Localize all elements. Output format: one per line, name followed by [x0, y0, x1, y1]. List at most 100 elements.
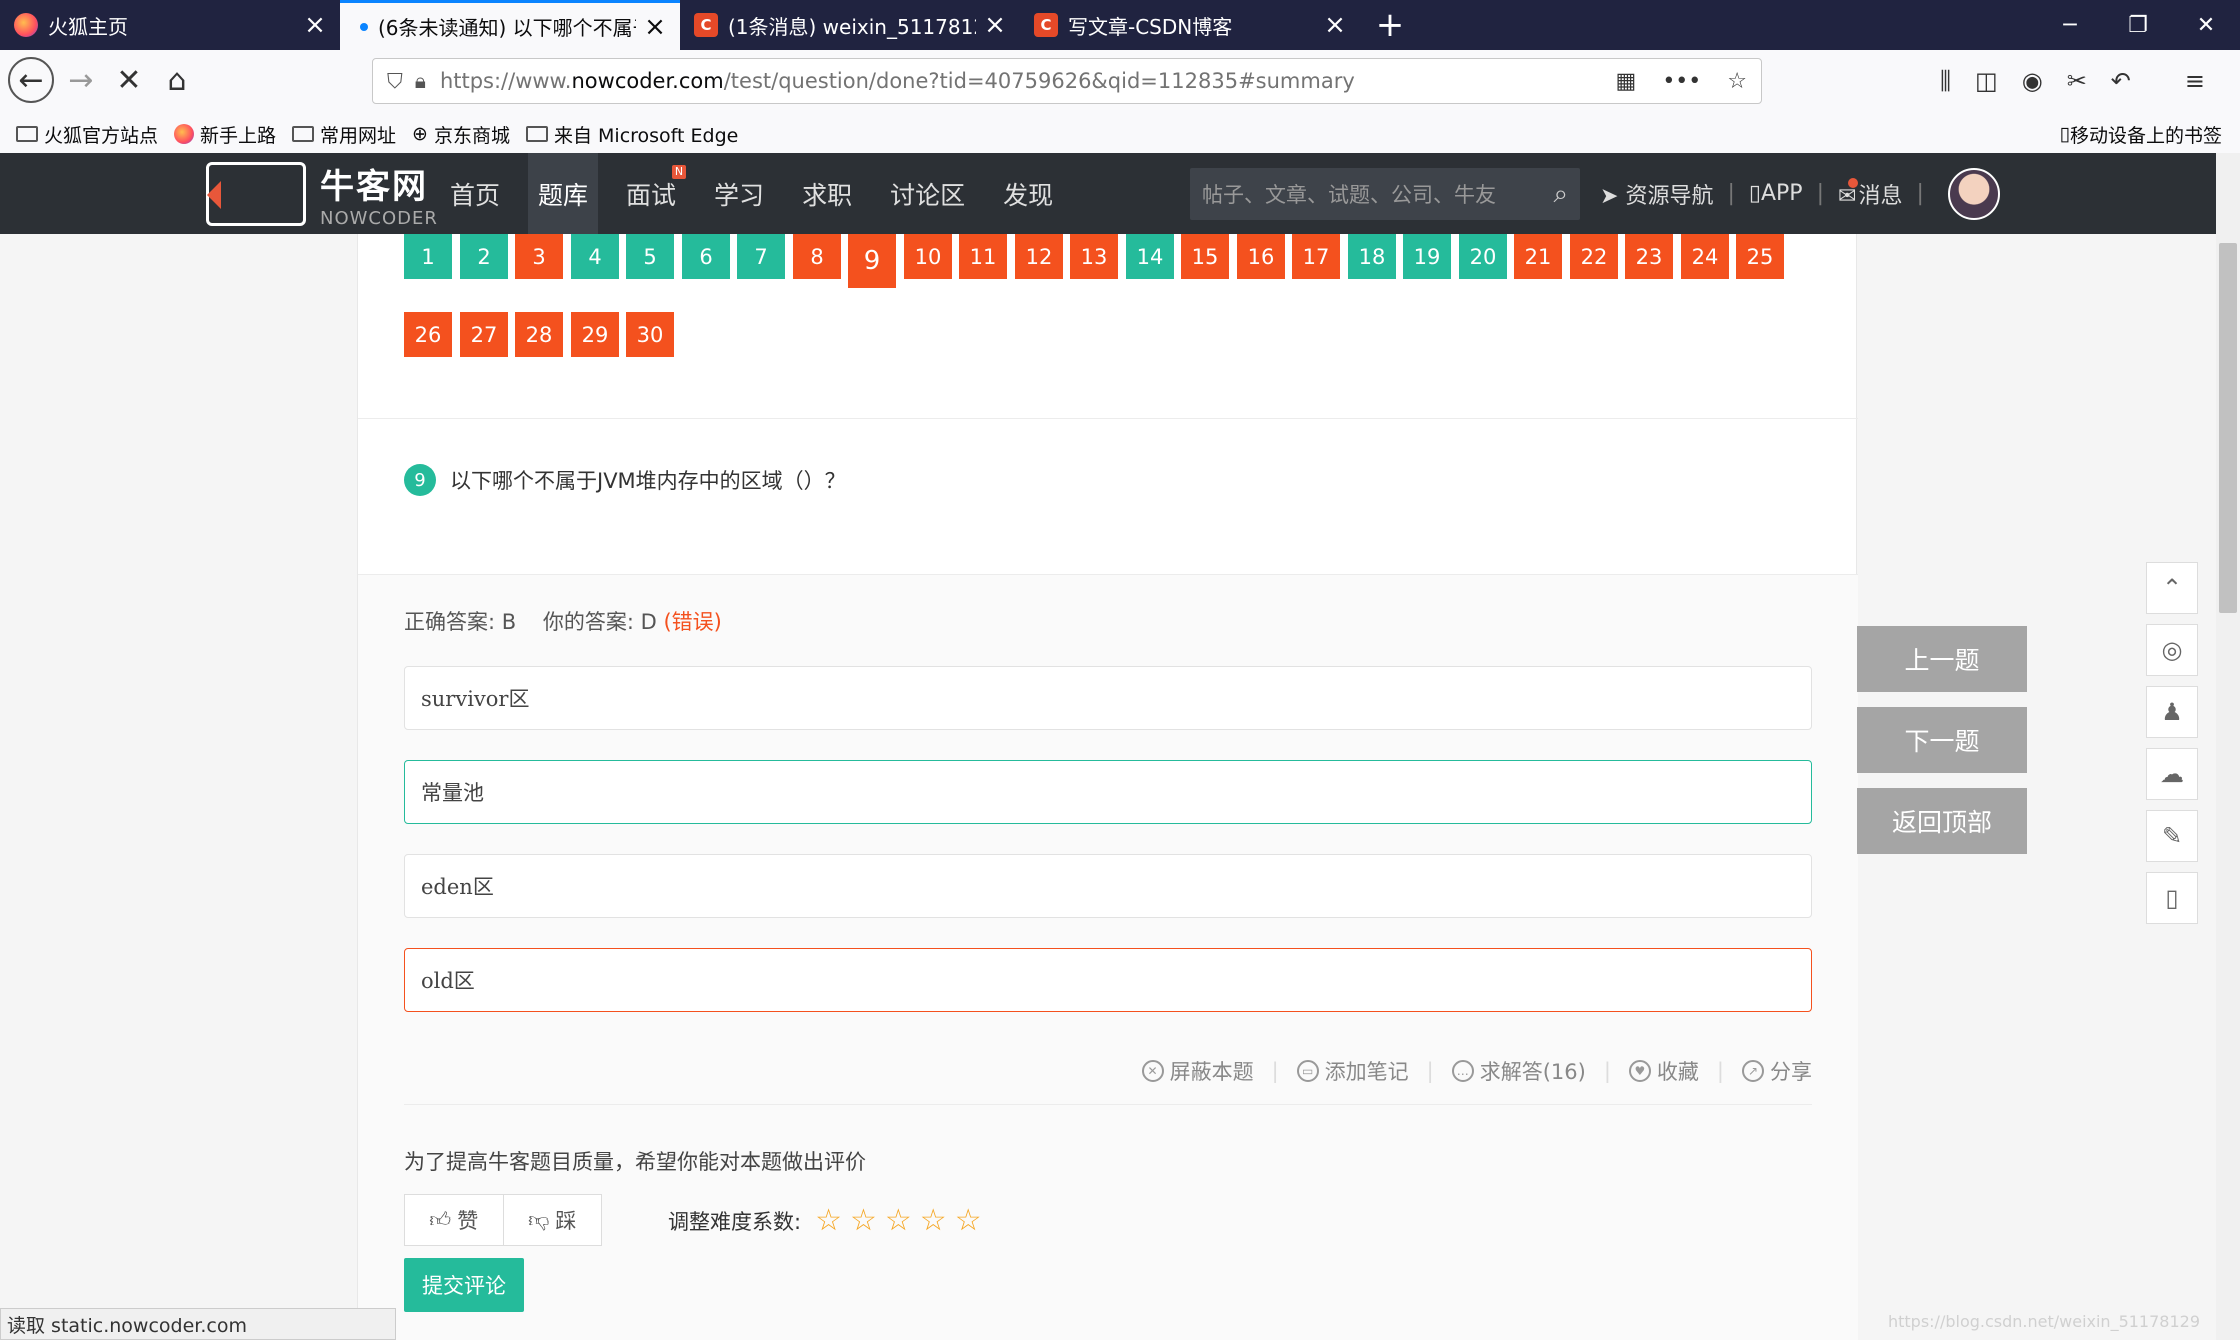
close-tab-icon[interactable]: ×: [1324, 10, 1346, 40]
messages-link[interactable]: ✉消息: [1838, 177, 1902, 210]
dislike-button[interactable]: 👎︎ 踩: [502, 1195, 602, 1245]
tab-firefox-home[interactable]: 火狐主页 ×: [0, 0, 340, 50]
question-number-27[interactable]: 27: [460, 312, 508, 357]
menu-jobs[interactable]: 求职: [792, 153, 862, 234]
back-to-top-button[interactable]: 返回顶部: [1857, 788, 2027, 854]
question-number-15[interactable]: 15: [1181, 234, 1229, 279]
option-a[interactable]: survivor区: [404, 666, 1812, 730]
home-icon[interactable]: ⌂: [154, 57, 200, 103]
question-number-24[interactable]: 24: [1681, 234, 1729, 279]
option-c[interactable]: eden区: [404, 854, 1812, 918]
back-arrow-icon[interactable]: ←: [8, 57, 54, 103]
question-number-29[interactable]: 29: [571, 312, 619, 357]
tab-nowcoder[interactable]: (6条未读通知) 以下哪个不属于JVM堆内存中的区域 ×: [340, 0, 680, 50]
question-number-26[interactable]: 26: [404, 312, 452, 357]
close-tab-icon[interactable]: ×: [644, 12, 666, 42]
question-number-19[interactable]: 19: [1403, 234, 1451, 279]
question-number-12[interactable]: 12: [1015, 234, 1063, 279]
undo-icon[interactable]: ↶: [2111, 67, 2131, 95]
question-number-1[interactable]: 1: [404, 234, 452, 279]
qq-icon[interactable]: ♟: [2146, 686, 2198, 738]
question-number-9[interactable]: 9: [848, 234, 896, 288]
bookmark-item[interactable]: 火狐官方站点: [16, 121, 158, 148]
nowcoder-logo[interactable]: 牛客网 NOWCODER: [206, 161, 438, 229]
bookmark-item[interactable]: 新手上路: [174, 121, 276, 148]
qr-code-icon[interactable]: ▦: [1616, 69, 1637, 94]
question-number-13[interactable]: 13: [1070, 234, 1118, 279]
new-tab-icon[interactable]: +: [1360, 0, 1420, 50]
ask-answer-button[interactable]: … 求解答(16): [1451, 1056, 1586, 1086]
close-tab-icon[interactable]: ×: [984, 10, 1006, 40]
question-number-2[interactable]: 2: [460, 234, 508, 279]
site-search-input[interactable]: 帖子、文章、试题、公司、牛友 ⌕: [1190, 168, 1580, 220]
bookmark-star-icon[interactable]: ☆: [1727, 69, 1747, 94]
minimize-icon[interactable]: ─: [2036, 0, 2104, 50]
menu-question-bank[interactable]: 题库: [528, 153, 599, 234]
next-question-button[interactable]: 下一题: [1857, 707, 2027, 773]
close-window-icon[interactable]: ✕: [2172, 0, 2240, 50]
question-number-20[interactable]: 20: [1459, 234, 1507, 279]
app-link[interactable]: ▯APP: [1749, 181, 1803, 206]
like-button[interactable]: 👍︎ 赞: [405, 1195, 503, 1245]
star-icon[interactable]: ☆: [955, 1206, 982, 1236]
option-b[interactable]: 常量池: [404, 760, 1812, 824]
question-number-6[interactable]: 6: [682, 234, 730, 279]
forward-arrow-icon[interactable]: →: [58, 57, 104, 103]
wechat-icon[interactable]: ☁: [2146, 748, 2198, 800]
star-icon[interactable]: ☆: [850, 1206, 877, 1236]
menu-home[interactable]: 首页: [440, 153, 510, 234]
lock-icon[interactable]: 🔒︎: [415, 69, 426, 94]
search-icon[interactable]: ⌕: [1553, 179, 1568, 210]
bookmark-item[interactable]: 常用网址: [292, 121, 396, 148]
tab-csdn-write[interactable]: C 写文章-CSDN博客 ×: [1020, 0, 1360, 50]
star-icon[interactable]: ☆: [815, 1206, 842, 1236]
resource-nav-link[interactable]: ➤ 资源导航: [1600, 178, 1713, 210]
page-scrollbar[interactable]: [2216, 153, 2240, 1340]
question-number-17[interactable]: 17: [1292, 234, 1340, 279]
question-number-5[interactable]: 5: [626, 234, 674, 279]
question-number-18[interactable]: 18: [1348, 234, 1396, 279]
option-d[interactable]: old区: [404, 948, 1812, 1012]
shield-icon[interactable]: ⛉: [387, 69, 403, 94]
question-number-28[interactable]: 28: [515, 312, 563, 357]
share-button[interactable]: ↗ 分享: [1742, 1056, 1812, 1086]
block-question-button[interactable]: ✕ 屏蔽本题: [1141, 1056, 1254, 1086]
question-number-3[interactable]: 3: [515, 234, 563, 279]
avatar[interactable]: [1947, 167, 2000, 220]
question-number-30[interactable]: 30: [626, 312, 674, 357]
scrollbar-thumb[interactable]: [2219, 243, 2237, 613]
weibo-icon[interactable]: ◎: [2146, 624, 2198, 676]
mobile-icon[interactable]: ▯: [2146, 872, 2198, 924]
question-number-16[interactable]: 16: [1237, 234, 1285, 279]
bookmark-item[interactable]: ⊕ 京东商城: [412, 121, 510, 148]
account-icon[interactable]: ◉: [2022, 67, 2043, 95]
prev-question-button[interactable]: 上一题: [1857, 626, 2027, 692]
more-actions-icon[interactable]: •••: [1662, 69, 1701, 94]
menu-interview[interactable]: 面试 N: [616, 153, 687, 234]
restore-icon[interactable]: ❐: [2104, 0, 2172, 50]
question-number-8[interactable]: 8: [793, 234, 841, 279]
question-number-14[interactable]: 14: [1126, 234, 1174, 279]
menu-discuss[interactable]: 讨论区: [880, 153, 975, 234]
mobile-bookmarks[interactable]: ▯ 移动设备上的书签: [2060, 114, 2222, 154]
bookmark-item[interactable]: 来自 Microsoft Edge: [525, 121, 738, 148]
question-number-21[interactable]: 21: [1514, 234, 1562, 279]
edit-icon[interactable]: ✎: [2146, 810, 2198, 862]
question-number-4[interactable]: 4: [571, 234, 619, 279]
sidebar-icon[interactable]: ◫: [1975, 67, 1998, 95]
menu-learn[interactable]: 学习: [704, 153, 774, 234]
star-icon[interactable]: ☆: [885, 1206, 912, 1236]
library-icon[interactable]: ⫼: [1940, 67, 1951, 95]
question-number-25[interactable]: 25: [1736, 234, 1784, 279]
question-number-23[interactable]: 23: [1625, 234, 1673, 279]
tab-csdn-blog[interactable]: C (1条消息) weixin_51178129的博客 ×: [680, 0, 1020, 50]
screenshot-icon[interactable]: ✂: [2067, 67, 2087, 95]
question-number-22[interactable]: 22: [1570, 234, 1618, 279]
stop-loading-icon[interactable]: ✕: [106, 57, 152, 103]
star-icon[interactable]: ☆: [920, 1206, 947, 1236]
menu-icon[interactable]: ≡: [2185, 67, 2205, 95]
scroll-up-icon[interactable]: ⌃: [2146, 562, 2198, 614]
favorite-button[interactable]: ♥ 收藏: [1628, 1056, 1699, 1086]
menu-discover[interactable]: 发现: [993, 153, 1063, 234]
add-note-button[interactable]: ▭ 添加笔记: [1296, 1056, 1409, 1086]
